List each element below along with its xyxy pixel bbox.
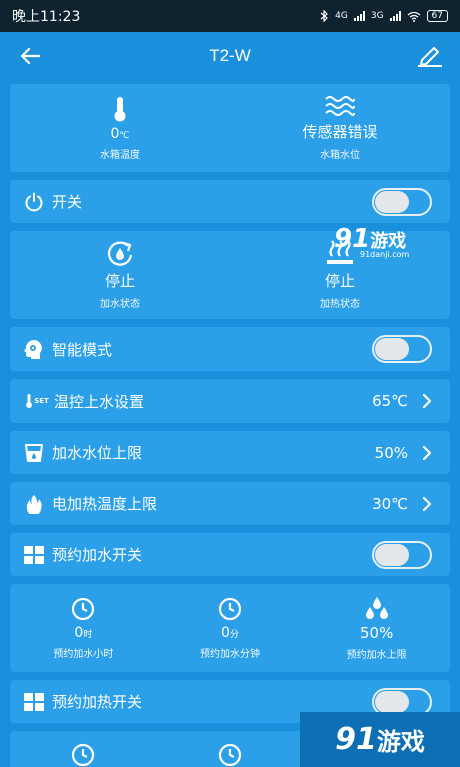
tank-temp-unit: ℃ bbox=[119, 130, 130, 141]
wifi-icon bbox=[407, 11, 420, 22]
temp-set-icon-text: SET bbox=[34, 397, 49, 405]
heat-status-value: 停止 bbox=[324, 272, 355, 290]
heat-temp-limit-label: 电加热温度上限 bbox=[52, 495, 158, 513]
back-button[interactable] bbox=[14, 40, 46, 72]
scheduled-fill-limit[interactable]: 50% 预约加水上限 bbox=[303, 596, 450, 661]
edit-button[interactable] bbox=[414, 40, 446, 72]
fill-status-value: 停止 bbox=[104, 272, 135, 290]
tank-level-value: 传感器错误 bbox=[302, 123, 378, 141]
page-title: T2-W bbox=[209, 46, 251, 65]
temp-control-value: 65℃ bbox=[372, 392, 408, 410]
network-type-1: 4G bbox=[335, 11, 348, 21]
heat-temp-limit-row[interactable]: 电加热温度上限 30℃ bbox=[10, 482, 450, 525]
power-switch-row: 开关 bbox=[10, 180, 450, 223]
toggle-knob bbox=[375, 543, 409, 566]
power-label: 开关 bbox=[52, 193, 83, 211]
smart-mode-toggle[interactable] bbox=[372, 335, 432, 363]
tank-level-label: 水箱水位 bbox=[320, 150, 360, 161]
clock-icon bbox=[218, 743, 242, 767]
fill-level-limit-label: 加水水位上限 bbox=[52, 444, 143, 462]
clock-icon bbox=[72, 743, 95, 767]
tank-temperature: 0℃ 水箱温度 bbox=[10, 96, 230, 161]
fill-level-limit-value: 50% bbox=[374, 443, 408, 462]
smart-mode-label: 智能模式 bbox=[52, 340, 113, 359]
fill-status-label: 加水状态 bbox=[100, 299, 140, 310]
arrow-left-icon bbox=[20, 47, 40, 65]
scheduled-fill-label: 预约加水开关 bbox=[52, 546, 143, 564]
scheduled-fill-minute-label: 预约加水分钟 bbox=[200, 648, 260, 660]
scheduled-fill-limit-value: 50% bbox=[360, 623, 394, 642]
thermometer-set-icon bbox=[26, 394, 33, 408]
grid-icon bbox=[24, 692, 44, 711]
chevron-right-icon bbox=[422, 393, 432, 409]
chevron-right-icon bbox=[422, 445, 432, 460]
water-waves-icon bbox=[325, 96, 355, 116]
water-container-icon bbox=[25, 443, 43, 462]
bluetooth-icon bbox=[320, 10, 329, 22]
power-icon bbox=[25, 192, 43, 211]
signal-icon-1 bbox=[353, 11, 365, 21]
brain-head-icon bbox=[24, 340, 42, 359]
scheduled-heat-label: 预约加热开关 bbox=[52, 693, 143, 711]
temp-control-label: 温控上水设置 bbox=[54, 392, 145, 411]
grid-icon bbox=[24, 545, 44, 564]
thermometer-icon bbox=[114, 96, 126, 121]
scheduled-fill-toggle[interactable] bbox=[372, 540, 432, 569]
flame-icon bbox=[26, 494, 42, 514]
scheduled-fill-minute-value: 0 bbox=[221, 624, 230, 641]
tank-level: 传感器错误 水箱水位 bbox=[230, 95, 450, 161]
watermark-brand-number: 91 bbox=[335, 722, 377, 757]
status-bar: 晚上11:23 4G 3G 67 bbox=[0, 0, 460, 32]
scheduled-fill-minute[interactable]: 0分 预约加水分钟 bbox=[157, 597, 304, 660]
watermark-domain: 91danji.com bbox=[360, 250, 410, 259]
scheduled-fill-minute-unit: 分 bbox=[229, 629, 239, 640]
scheduled-fill-detail-card: 0时 预约加水小时 0分 预约加水分钟 50% 预约加水上限 bbox=[10, 584, 450, 672]
toggle-knob bbox=[375, 338, 409, 360]
app-bar: T2-W bbox=[0, 32, 460, 80]
tank-temp-label: 水箱温度 bbox=[100, 149, 140, 161]
heat-temp-limit-value: 30℃ bbox=[372, 494, 408, 513]
watermark-brand-text: 游戏 bbox=[376, 728, 425, 756]
scheduled-fill-switch-row: 预约加水开关 bbox=[10, 533, 450, 576]
toggle-knob bbox=[375, 190, 409, 213]
fill-level-limit-row[interactable]: 加水水位上限 50% bbox=[10, 431, 450, 474]
fill-status: 停止 加水状态 bbox=[10, 240, 230, 310]
refill-water-icon bbox=[108, 241, 133, 266]
watermark-bottom: 91 游戏 bbox=[300, 712, 460, 767]
scheduled-fill-hour-value: 0 bbox=[74, 624, 84, 641]
toggle-knob bbox=[375, 690, 409, 713]
signal-icon-2 bbox=[389, 11, 401, 21]
power-toggle[interactable] bbox=[372, 187, 432, 216]
water-drops-icon bbox=[365, 596, 388, 619]
smart-mode-row: 智能模式 bbox=[10, 327, 450, 371]
network-type-2: 3G bbox=[370, 11, 384, 21]
pencil-icon bbox=[417, 47, 442, 67]
battery-indicator: 67 bbox=[426, 10, 448, 22]
heat-status-label: 加热状态 bbox=[320, 299, 360, 310]
clock-icon bbox=[72, 597, 95, 620]
watermark-top: 91游戏 91danji.com bbox=[334, 224, 409, 259]
scheduled-fill-hour[interactable]: 0时 预约加水小时 bbox=[10, 597, 157, 660]
tank-info-card: 0℃ 水箱温度 传感器错误 水箱水位 bbox=[10, 84, 450, 172]
watermark-brand-text: 游戏 bbox=[370, 231, 407, 252]
chevron-right-icon bbox=[422, 496, 432, 511]
system-indicators: 4G 3G 67 bbox=[320, 10, 448, 22]
temp-control-row[interactable]: SET 温控上水设置 65℃ bbox=[10, 379, 450, 423]
scheduled-fill-limit-label: 预约加水上限 bbox=[346, 649, 407, 661]
status-time: 晚上11:23 bbox=[12, 9, 81, 25]
clock-icon bbox=[218, 597, 242, 620]
scheduled-fill-hour-unit: 时 bbox=[83, 629, 93, 640]
scheduled-fill-hour-label: 预约加水小时 bbox=[53, 648, 114, 660]
